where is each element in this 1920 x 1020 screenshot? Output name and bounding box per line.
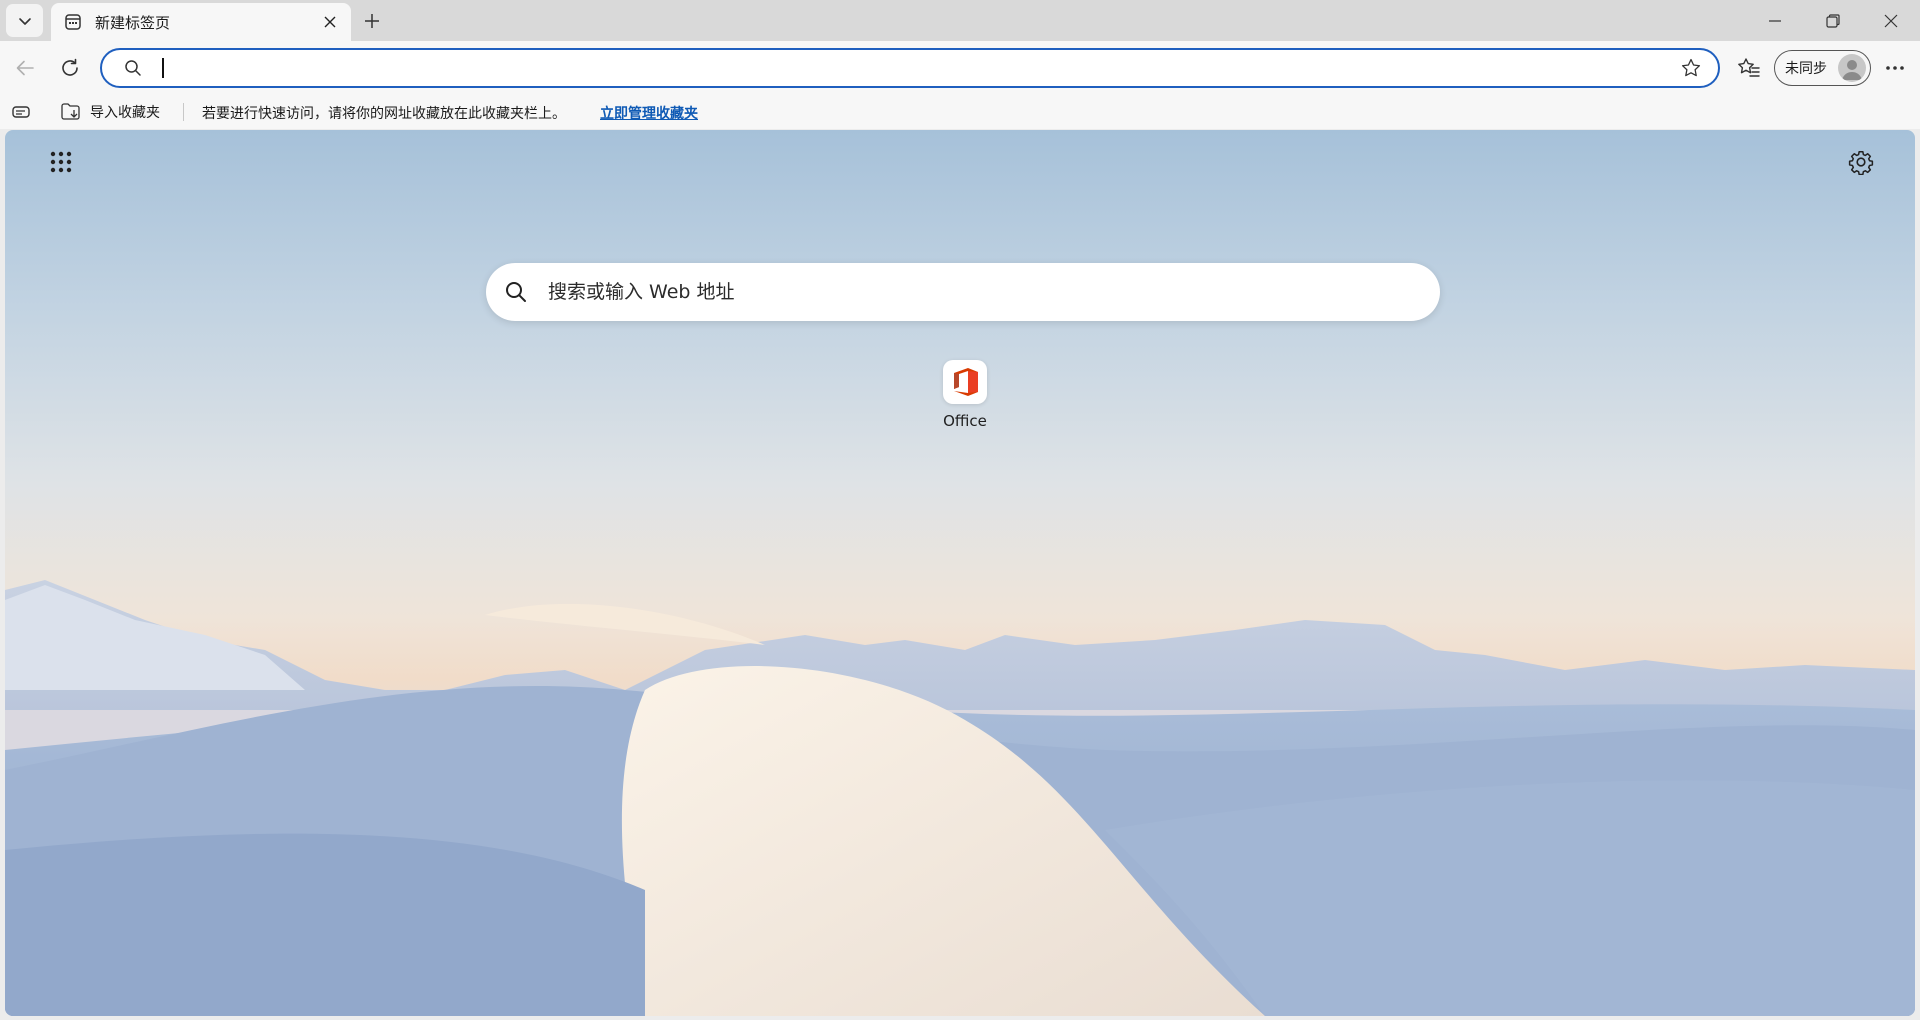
more-icon [1886,66,1904,70]
favorites-bar-icon[interactable] [10,101,34,123]
new-tab-button[interactable] [357,6,387,36]
refresh-button[interactable] [52,50,88,86]
tab-title: 新建标签页 [95,13,171,32]
tab-actions-button[interactable] [6,4,43,37]
collections-icon [12,106,30,118]
import-favorites-label: 导入收藏夹 [90,105,160,121]
ntp-search-input[interactable] [546,272,1440,312]
star-icon [1681,58,1701,77]
search-icon [122,57,144,79]
import-icon [61,103,80,120]
page-settings-button[interactable] [1841,142,1881,182]
favorites-bar: 导入收藏夹 若要进行快速访问，请将你的网址收藏放在此收藏夹栏上。 立即管理收藏夹 [0,95,1920,129]
close-icon [324,16,336,28]
user-icon [1842,60,1862,80]
address-input[interactable] [156,52,1678,84]
favorites-bar-message: 若要进行快速访问，请将你的网址收藏放在此收藏夹栏上。 [202,106,566,122]
avatar [1838,54,1866,82]
add-favorite-button[interactable] [1678,55,1704,81]
quick-link-office[interactable]: Office [925,360,1005,440]
new-tab-page: Office [5,130,1915,1016]
close-tab-button[interactable] [319,11,341,33]
address-bar[interactable] [100,48,1720,88]
restore-icon [1826,13,1840,28]
close-icon [1884,14,1898,27]
chevron-down-icon [18,17,31,25]
search-icon [502,278,530,306]
tab-new-tab[interactable]: 新建标签页 [51,3,351,41]
profile-button[interactable]: 未同步 [1774,50,1871,86]
refresh-icon [62,58,78,76]
import-favorites-button[interactable]: 导入收藏夹 [60,100,160,124]
plus-icon [365,14,379,28]
minimize-icon [1769,19,1781,22]
text-cursor [162,58,164,78]
profile-sync-label: 未同步 [1785,61,1827,77]
favorites-icon [1738,58,1760,77]
toolbar: 未同步 [0,41,1920,95]
quick-link-tile[interactable] [943,360,987,404]
manage-favorites-link[interactable]: 立即管理收藏夹 [600,103,698,123]
tab-strip: 新建标签页 [0,0,1920,41]
new-tab-icon [63,12,83,32]
minimize-button[interactable] [1746,0,1804,41]
divider [183,103,184,121]
app-launcher-button[interactable] [41,142,81,182]
office-icon [954,368,978,396]
gear-icon [1848,150,1874,175]
more-menu-button[interactable] [1877,50,1913,86]
arrow-left-icon [16,60,34,76]
quick-link-label: Office [943,412,987,430]
back-button[interactable] [7,50,43,86]
favorites-button[interactable] [1731,50,1767,86]
ntp-search-box[interactable] [486,263,1440,321]
grid-icon [50,151,72,173]
restore-button[interactable] [1804,0,1862,41]
close-window-button[interactable] [1862,0,1920,41]
